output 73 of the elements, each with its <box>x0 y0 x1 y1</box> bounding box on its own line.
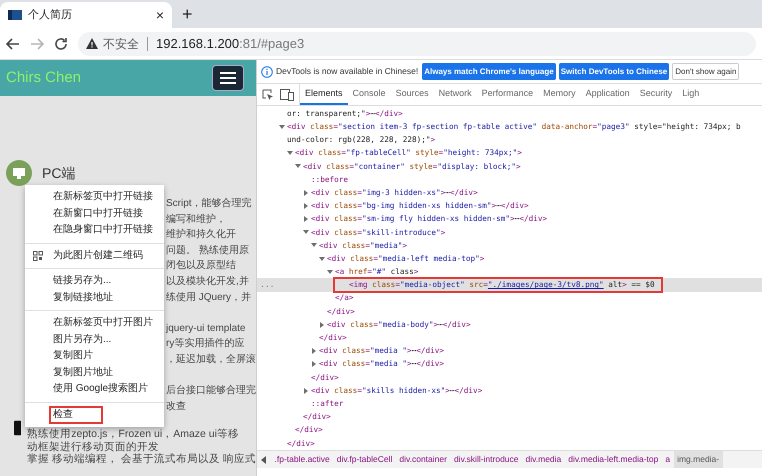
body-text-line: 问题。 熟练使用原 <box>166 244 250 258</box>
collapsed-triangle-icon[interactable] <box>311 361 317 368</box>
menu-item[interactable]: 在新标签页中打开链接 <box>51 190 155 204</box>
browser-tab[interactable]: 个人简历 × <box>0 2 172 28</box>
new-tab-button[interactable]: + <box>182 5 193 23</box>
reload-icon[interactable] <box>54 36 68 50</box>
body-text-line: 改查 <box>166 400 187 414</box>
menu-item[interactable]: 在新窗口中打开链接 <box>51 206 145 221</box>
devtools-tab[interactable]: Memory <box>538 84 581 105</box>
devtools-tab[interactable]: Console <box>348 84 391 105</box>
menu-item[interactable]: 在新标签页中打开图片 <box>51 316 155 330</box>
close-tab-button[interactable]: × <box>156 8 164 22</box>
warning-icon <box>86 38 98 49</box>
collapsed-triangle-icon[interactable] <box>311 348 317 354</box>
device-toolbar-icon[interactable] <box>280 88 294 100</box>
menu-item[interactable]: 图片另存为... <box>51 332 114 347</box>
body-text-line: 维护和持久化开 <box>166 228 237 242</box>
menu-item[interactable]: 检查 <box>51 408 101 422</box>
collapsed-triangle-icon[interactable] <box>303 388 309 394</box>
body-text-line: 掌握 移动端编程， 会基于流式布局以及 响应式 <box>27 453 256 466</box>
inspect-icon[interactable] <box>262 88 274 100</box>
body-text-line: 练使用 JQuery，并 <box>166 290 252 305</box>
breadcrumb-item[interactable]: img.media- <box>674 451 723 468</box>
tab-title: 个人简历 <box>28 8 73 23</box>
section-heading: PC端 <box>42 164 76 182</box>
url-host: 192.168.1.200 <box>156 34 240 53</box>
body-text-line: 后台接口能够合理完 <box>166 384 256 398</box>
body-text-line: 闭包以及原型结 <box>166 258 237 274</box>
menu-button[interactable] <box>212 65 244 91</box>
body-text-line: 熟练使用zepto.js，Frozen ui，Amaze ui等移 <box>27 428 240 441</box>
devtools-tab[interactable]: Performance <box>476 84 538 105</box>
security-label[interactable]: 不安全 <box>103 34 139 52</box>
devtools-tab[interactable]: Security <box>634 84 678 105</box>
collapsed-triangle-icon[interactable] <box>303 216 309 222</box>
breadcrumb-item[interactable]: div.container <box>396 451 450 468</box>
breadcrumb-item[interactable]: div.fp-tableCell <box>333 451 396 468</box>
menu-item[interactable]: 链接另存为... <box>51 274 114 288</box>
menu-item[interactable]: 为此图片创建二维码 <box>51 248 145 263</box>
devtools-tab[interactable]: Elements <box>300 84 348 105</box>
info-icon <box>261 66 273 78</box>
scroll-left-icon[interactable] <box>260 456 268 464</box>
breadcrumb-item[interactable]: div.skill-introduce <box>450 451 522 468</box>
info-bar-button[interactable]: Always match Chrome's language <box>422 63 556 80</box>
body-text-line: jquery-ui template <box>166 322 246 336</box>
body-text-line: ry等实用插件的应 <box>166 336 246 352</box>
body-text-line: 以及模块化开发,并 <box>166 274 250 289</box>
devtools-tab[interactable]: Network <box>434 84 477 105</box>
breadcrumb-item[interactable]: div.media <box>522 451 565 468</box>
devtools-tab[interactable]: Sources <box>390 84 434 105</box>
menu-item[interactable]: 使用 Google搜索图片 <box>51 382 150 396</box>
menu-item[interactable]: 复制链接地址 <box>51 290 115 305</box>
address-field[interactable]: 不安全 192.168.1.200:81/#page3 <box>78 32 756 56</box>
menu-item[interactable]: 在隐身窗口中打开链接 <box>51 223 155 238</box>
body-text-line: ，延迟加载，全屏滚 <box>166 352 256 367</box>
breadcrumb-item[interactable]: .fp-table.active <box>271 451 334 468</box>
breadcrumb-item[interactable]: a <box>662 451 674 468</box>
body-text-line: 动框架进行移动页面的开发 <box>27 440 160 453</box>
menu-item[interactable]: 复制图片地址 <box>51 366 115 380</box>
info-message: DevTools is now available in Chinese! <box>276 65 418 78</box>
devtools-tab[interactable]: Ligh <box>677 84 704 105</box>
menu-icon <box>220 72 236 84</box>
collapsed-triangle-icon[interactable] <box>319 322 325 328</box>
back-icon[interactable] <box>6 36 20 50</box>
breadcrumb-item[interactable]: div.media-left.media-top <box>564 451 662 468</box>
info-bar-button[interactable]: Don't show again <box>672 63 740 80</box>
qr-code-icon <box>33 250 43 261</box>
menu-item[interactable]: 复制图片 <box>51 349 95 364</box>
devtools-tab[interactable]: Application <box>580 84 635 105</box>
info-bar-button[interactable]: Switch DevTools to Chinese <box>558 63 670 80</box>
body-text-line: Script，能够合理完 <box>166 196 253 211</box>
expanded-triangle-icon[interactable] <box>279 124 285 130</box>
url-path: :81/#page3 <box>239 34 304 53</box>
body-text-line: 编写和维护， <box>166 212 227 227</box>
